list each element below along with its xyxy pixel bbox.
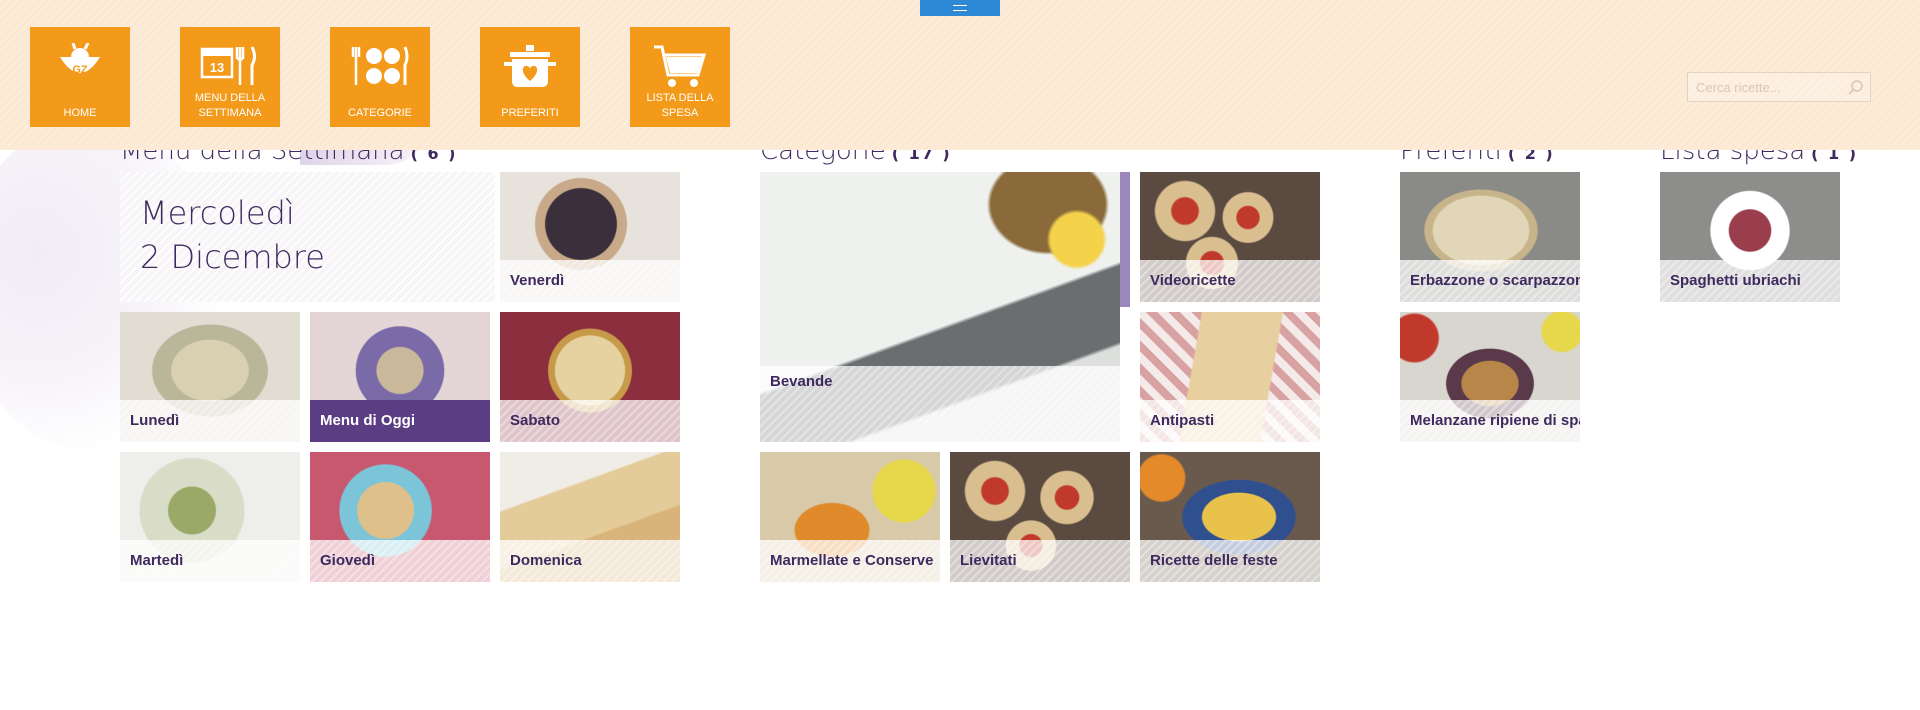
shopping-tile-spaghetti[interactable]: Spaghetti ubriachi <box>1660 172 1840 302</box>
tile-label: Videoricette <box>1140 260 1320 302</box>
tile-label: Venerdì <box>500 260 680 302</box>
nav-shopping-list-button[interactable]: LISTA DELLA SPESA <box>630 27 730 127</box>
svg-text:13: 13 <box>210 60 224 75</box>
nav-categories-button[interactable]: CATEGORIE <box>330 27 430 127</box>
tile-label: Domenica <box>500 540 680 582</box>
tile-label: Spaghetti ubriachi <box>1660 260 1840 302</box>
nav-home-button[interactable]: GZ HOME <box>30 27 130 127</box>
tile-label: Lievitati <box>950 540 1130 582</box>
menu-tile-giovedi[interactable]: Giovedì <box>310 452 490 582</box>
nav-home-label: HOME <box>63 107 97 119</box>
menu-tile-sabato[interactable]: Sabato <box>500 312 680 442</box>
today-weekday: Mercoledì <box>140 194 295 232</box>
tile-label: Antipasti <box>1140 400 1320 442</box>
pot-heart-icon <box>504 45 556 87</box>
search-input[interactable] <box>1688 73 1854 101</box>
top-app-bar: ​ GZ HOME 13 MENU DELLA SETTIMANA CAT <box>0 0 1920 150</box>
menu-tile-oggi[interactable]: Menu di Oggi <box>310 312 490 442</box>
favorite-tile-melanzane[interactable]: Melanzane ripiene di spaghetti <box>1400 312 1580 442</box>
nav-weekly-menu-label: MENU DELLA SETTIMANA <box>194 92 266 119</box>
tile-label: Melanzane ripiene di spaghetti <box>1400 400 1580 442</box>
tile-label: Erbazzone o scarpazzone <box>1400 260 1580 302</box>
menu-tile-martedi[interactable]: Martedì <box>120 452 300 582</box>
tile-label: Martedì <box>120 540 300 582</box>
category-tile-bevande[interactable]: Bevande <box>760 172 1120 442</box>
home-logo-icon: GZ <box>60 43 100 76</box>
category-tile-lievitati[interactable]: Lievitati <box>950 452 1130 582</box>
menu-tile-venerdi[interactable]: Venerdì <box>500 172 680 302</box>
favorite-tile-erbazzone[interactable]: Erbazzone o scarpazzone <box>1400 172 1580 302</box>
category-tile-videoricette[interactable]: Videoricette <box>1140 172 1320 302</box>
nav-weekly-menu-button[interactable]: 13 MENU DELLA SETTIMANA <box>180 27 280 127</box>
categories-icon <box>351 46 409 85</box>
shopping-cart-icon <box>654 45 707 87</box>
tile-label: Menu di Oggi <box>310 400 490 442</box>
tile-label: Lunedì <box>120 400 300 442</box>
today-date-tile: Mercoledì 2 Dicembre <box>120 172 495 302</box>
search-box <box>1687 72 1871 102</box>
calendar-cutlery-icon: 13 <box>200 46 256 85</box>
tile-accent-strip <box>1120 172 1130 307</box>
nav-favorites-label: PREFERITI <box>501 107 559 119</box>
nav-favorites-button[interactable]: PREFERITI <box>480 27 580 127</box>
nav-shopping-list-label: LISTA DELLA SPESA <box>646 92 714 119</box>
svg-text:GZ: GZ <box>72 64 88 76</box>
search-icon[interactable] <box>1848 79 1864 95</box>
today-date: 2 Dicembre <box>140 238 325 276</box>
category-tile-marmellate[interactable]: Marmellate e Conserve <box>760 452 940 582</box>
app-bar-handle[interactable] <box>920 0 1000 16</box>
tile-label: Bevande <box>760 366 1120 442</box>
tile-label: Giovedì <box>310 540 490 582</box>
tile-label: Ricette delle feste <box>1140 540 1320 582</box>
menu-tile-domenica[interactable]: Domenica <box>500 452 680 582</box>
nav-categories-label: CATEGORIE <box>348 107 412 119</box>
category-tile-antipasti[interactable]: Antipasti <box>1140 312 1320 442</box>
category-tile-feste[interactable]: Ricette delle feste <box>1140 452 1320 582</box>
menu-tile-lunedi[interactable]: Lunedì <box>120 312 300 442</box>
tile-label: Marmellate e Conserve <box>760 540 940 582</box>
tile-label: Sabato <box>500 400 680 442</box>
